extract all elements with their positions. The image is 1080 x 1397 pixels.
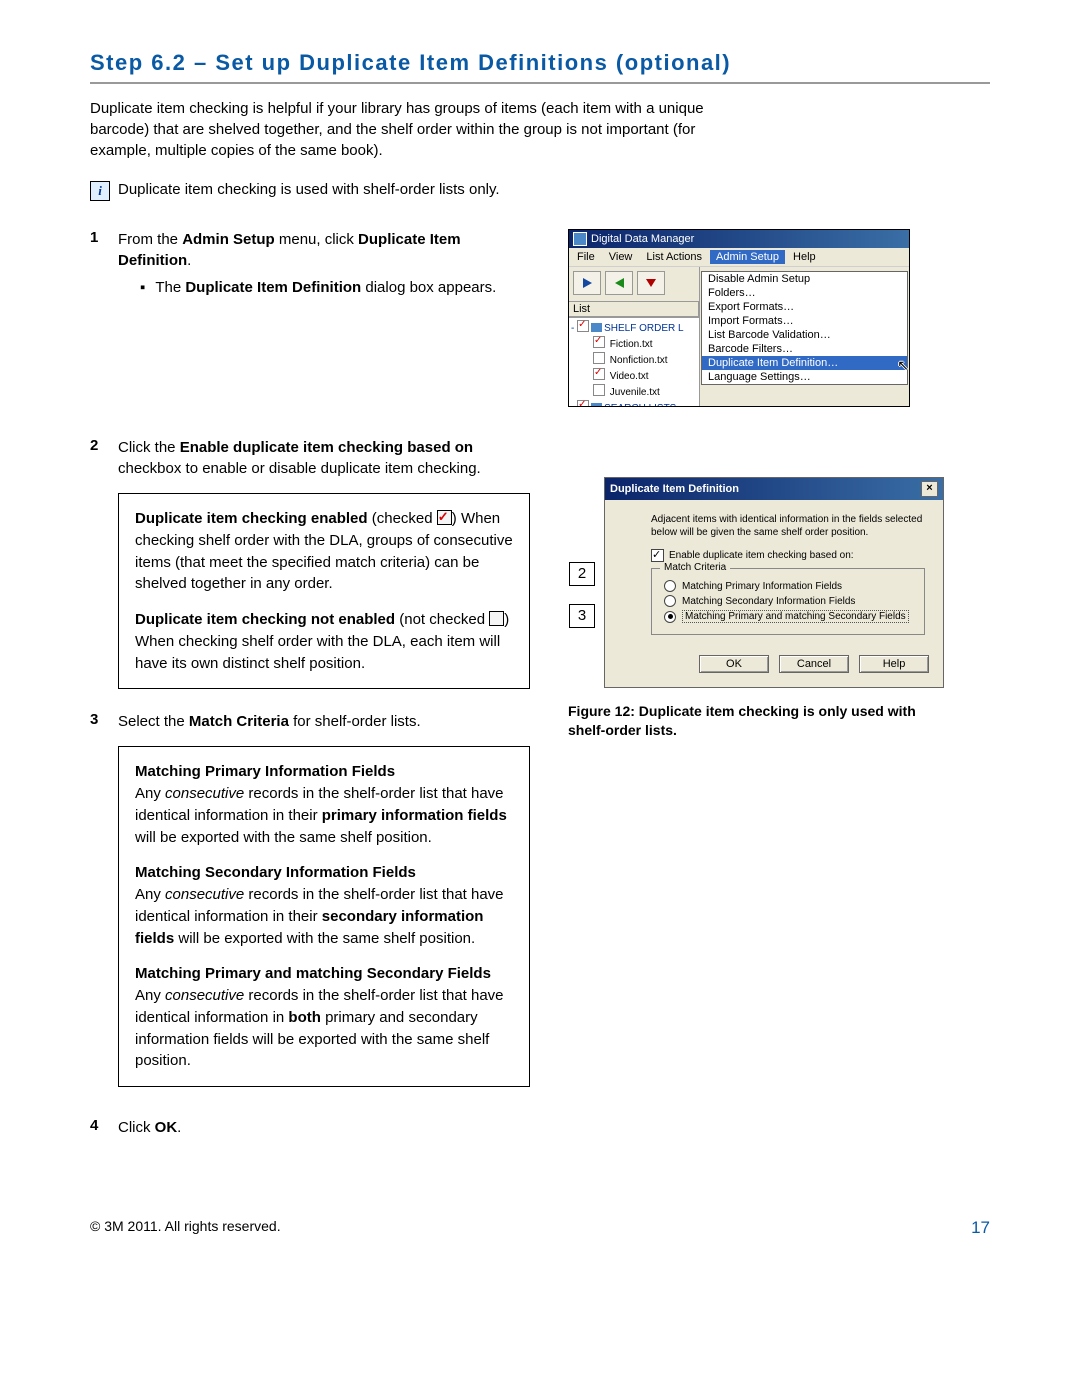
menu-item[interactable]: Barcode Filters… <box>702 342 907 356</box>
dialog-title: Duplicate Item Definition <box>610 483 739 495</box>
enable-checkbox-label: Enable duplicate item checking based on: <box>669 550 854 561</box>
menu-list-actions[interactable]: List Actions <box>640 250 708 264</box>
radio-icon[interactable] <box>664 580 676 592</box>
step-number-1: 1 <box>90 229 104 298</box>
menu-item[interactable]: Language Settings… <box>702 370 907 384</box>
dialog-titlebar: Duplicate Item Definition × <box>605 478 943 500</box>
info-box-2: Matching Primary Information Fields Any … <box>118 746 530 1087</box>
menu-help[interactable]: Help <box>787 250 822 264</box>
page-number: 17 <box>971 1218 990 1238</box>
menu-item[interactable]: Folders… <box>702 286 907 300</box>
window-titlebar: Digital Data Manager <box>569 230 909 248</box>
info-icon: i <box>90 181 110 201</box>
page-title: Step 6.2 – Set up Duplicate Item Definit… <box>90 50 990 84</box>
step-4-body: Click OK. <box>118 1117 530 1138</box>
help-button[interactable]: Help <box>859 655 929 673</box>
menu-item[interactable]: Export Formats… <box>702 300 907 314</box>
info-box-1: Duplicate item checking enabled (checked… <box>118 493 530 689</box>
step-2-body: Click the Enable duplicate item checking… <box>118 437 530 479</box>
step-1-bullet: The Duplicate Item Definition dialog box… <box>155 277 496 298</box>
close-button[interactable]: × <box>921 481 938 497</box>
toolbar <box>569 267 699 299</box>
tree-item[interactable]: Video.txt <box>571 368 699 384</box>
menu-view[interactable]: View <box>603 250 639 264</box>
cursor-icon: ↖ <box>897 357 909 374</box>
page-footer: © 3M 2011. All rights reserved. 17 <box>90 1218 990 1238</box>
step-number-4: 4 <box>90 1117 104 1138</box>
nav-forward-button[interactable] <box>573 271 601 295</box>
tree-item[interactable]: Fiction.txt <box>571 336 699 352</box>
enable-checkbox[interactable] <box>651 549 664 562</box>
tree-root[interactable]: - SHELF ORDER L <box>571 320 699 336</box>
app-icon <box>573 232 587 246</box>
info-note: i Duplicate item checking is used with s… <box>90 181 990 201</box>
radio-icon[interactable] <box>664 595 676 607</box>
step-3-body: Select the Match Criteria for shelf-orde… <box>118 711 530 732</box>
bullet-icon: ▪ <box>140 277 145 298</box>
copyright: © 3M 2011. All rights reserved. <box>90 1218 281 1238</box>
enable-checkbox-row[interactable]: Enable duplicate item checking based on: <box>651 549 925 562</box>
tree-search-lists[interactable]: - SEARCH LISTS <box>571 400 699 406</box>
callout-2: 2 <box>569 562 595 586</box>
menu-file[interactable]: File <box>571 250 601 264</box>
menu-item[interactable]: Disable Admin Setup <box>702 272 907 286</box>
checkbox-checked-icon <box>437 510 452 525</box>
info-note-text: Duplicate item checking is used with she… <box>118 181 500 198</box>
checkbox-unchecked-icon <box>489 611 504 626</box>
radio-option-selected[interactable]: Matching Primary and matching Secondary … <box>664 610 916 623</box>
match-criteria-fieldset: Match Criteria Matching Primary Informat… <box>651 568 925 635</box>
tree-item[interactable]: Juvenile.txt <box>571 384 699 400</box>
dialog-description: Adjacent items with identical informatio… <box>651 514 925 539</box>
window-title: Digital Data Manager <box>591 233 694 245</box>
figure-dialog: Duplicate Item Definition × 2 3 Adjacent… <box>604 477 944 688</box>
intro-paragraph: Duplicate item checking is helpful if yo… <box>90 98 710 161</box>
radio-option[interactable]: Matching Secondary Information Fields <box>664 595 916 607</box>
fieldset-legend: Match Criteria <box>660 562 730 573</box>
callout-3: 3 <box>569 604 595 628</box>
step-number-3: 3 <box>90 711 104 732</box>
list-header: List <box>569 301 699 317</box>
step-number-2: 2 <box>90 437 104 479</box>
ok-button[interactable]: OK <box>699 655 769 673</box>
menu-admin-setup[interactable]: Admin Setup <box>710 250 785 264</box>
dropdown-menu: Disable Admin Setup Folders… Export Form… <box>700 267 909 406</box>
download-button[interactable] <box>637 271 665 295</box>
step-1-body: From the Admin Setup menu, click Duplica… <box>118 229 530 298</box>
radio-option[interactable]: Matching Primary Information Fields <box>664 580 916 592</box>
menu-item[interactable]: Import Formats… <box>702 314 907 328</box>
radio-icon[interactable] <box>664 611 676 623</box>
nav-back-button[interactable] <box>605 271 633 295</box>
figure-caption: Figure 12: Duplicate item checking is on… <box>568 702 944 740</box>
tree-item[interactable]: Nonfiction.txt <box>571 352 699 368</box>
cancel-button[interactable]: Cancel <box>779 655 849 673</box>
menu-bar: File View List Actions Admin Setup Help <box>569 248 909 267</box>
figure-menu-screenshot: Digital Data Manager File View List Acti… <box>568 229 910 407</box>
tree-panel: - SHELF ORDER L Fiction.txt Nonfiction.t… <box>569 317 699 406</box>
menu-item-selected[interactable]: Duplicate Item Definition… ↖ <box>702 356 907 370</box>
menu-item[interactable]: List Barcode Validation… <box>702 328 907 342</box>
